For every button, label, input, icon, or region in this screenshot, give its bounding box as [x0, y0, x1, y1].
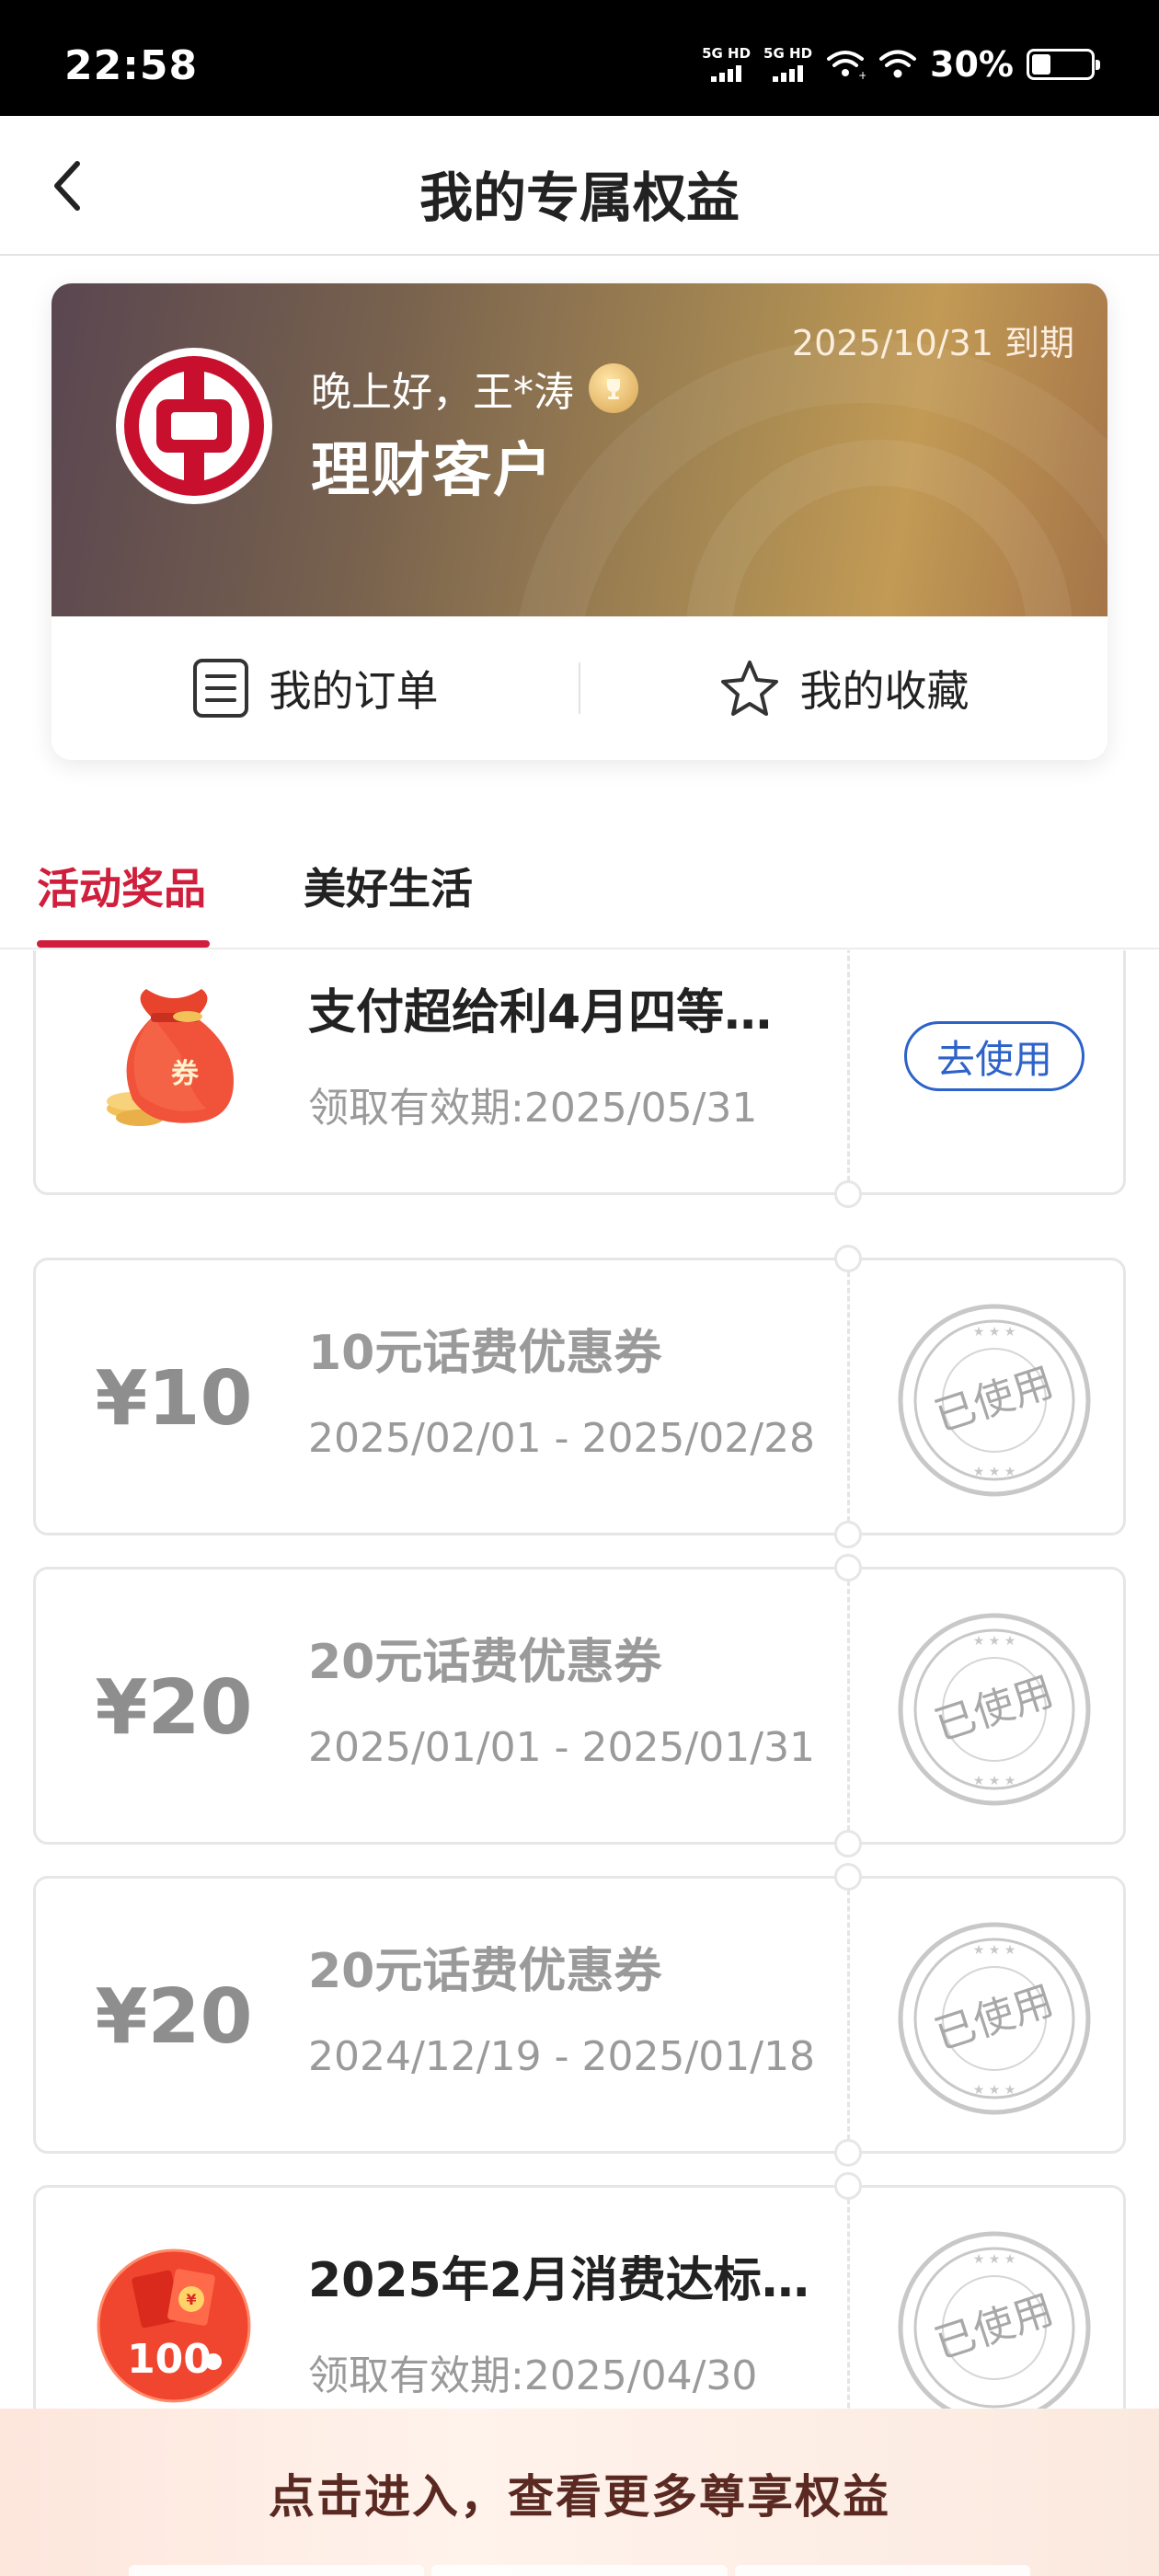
- coupon-date: 2025/01/01 - 2025/01/31: [308, 1724, 816, 1771]
- membership-expiry: 2025/10/31 到期: [791, 323, 1074, 363]
- used-stamp-icon: ★ ★ ★ ★ ★ ★ 已使用: [897, 1612, 1092, 1807]
- coupon-amount: ¥20: [95, 1972, 253, 2061]
- tab-activity-prizes[interactable]: 活动奖品: [37, 856, 210, 948]
- used-stamp-icon: ★ ★ ★ ★ ★ ★ 已使用: [897, 1303, 1092, 1498]
- svg-text:★ ★ ★: ★ ★ ★: [973, 1325, 1016, 1340]
- wifi-icon: [879, 50, 917, 78]
- tab-label: 美好生活: [304, 864, 473, 914]
- status-indicators: 5G HD 5G HD + 30%: [702, 44, 1100, 85]
- coupon-date: 2024/12/19 - 2025/01/18: [308, 2033, 816, 2080]
- coupon-list[interactable]: 券 支付超给利4月四等… 领取有效期:2025/05/31 去使用 ¥10 10…: [0, 950, 1159, 2409]
- svg-text:+: +: [858, 69, 866, 81]
- stamp-label: 已使用: [929, 1359, 1059, 1441]
- coupon-title: 10元话费优惠券: [308, 1326, 662, 1381]
- stamp-label: 已使用: [929, 1977, 1059, 2059]
- battery-icon: [1027, 49, 1100, 80]
- tab-bar: 活动奖品 美好生活: [0, 810, 1159, 949]
- stamp-label: 已使用: [929, 1668, 1059, 1750]
- svg-text:★ ★ ★: ★ ★ ★: [973, 2252, 1016, 2267]
- coupon-amount: ¥20: [95, 1663, 253, 1752]
- more-benefits-text: 点击进入，查看更多尊享权益: [269, 2470, 890, 2524]
- svg-text:¥: ¥: [186, 2291, 196, 2308]
- card-actions: 我的订单 我的收藏: [52, 616, 1107, 760]
- my-orders-button[interactable]: 我的订单: [52, 616, 579, 760]
- coupon-title: 20元话费优惠券: [308, 1635, 662, 1690]
- member-card: 2025/10/31 到期 晚上好，王*涛 理财客户 我的订单 我的收藏: [52, 283, 1107, 760]
- network-label-1: 5G HD: [702, 45, 752, 62]
- red-coupon-bag-icon: 券: [73, 957, 275, 1159]
- my-favorites-label: 我的收藏: [799, 666, 970, 716]
- more-benefits-banner[interactable]: 点击进入，查看更多尊享权益: [0, 2409, 1159, 2576]
- coupon-card[interactable]: ¥10 10元话费优惠券 2025/02/01 - 2025/02/28 ★ ★…: [33, 1245, 1126, 1548]
- coupon-title: 20元话费优惠券: [308, 1944, 662, 1999]
- tab-active-indicator: [37, 940, 210, 948]
- svg-text:★ ★ ★: ★ ★ ★: [973, 1943, 1016, 1958]
- coupon-card[interactable]: ¥ 100 2025年2月消费达标… 领取有效期:2025/04/30 ★ ★ …: [33, 2172, 1126, 2409]
- trophy-icon: [589, 363, 638, 413]
- cellular-signal-icon: 5G HD: [702, 47, 751, 82]
- member-card-banner: 2025/10/31 到期 晚上好，王*涛 理财客户: [52, 283, 1107, 616]
- coupon-card[interactable]: ¥20 20元话费优惠券 2025/01/01 - 2025/01/31 ★ ★…: [33, 1554, 1126, 1857]
- tab-better-life[interactable]: 美好生活: [304, 856, 473, 916]
- tab-label: 活动奖品: [37, 864, 206, 914]
- coupon-date: 领取有效期:2025/04/30: [308, 2352, 758, 2399]
- banner-tab-strip: [129, 2565, 1030, 2576]
- svg-text:★ ★ ★: ★ ★ ★: [973, 1774, 1016, 1788]
- status-time: 22:58: [64, 42, 199, 89]
- use-coupon-button[interactable]: 去使用: [904, 1021, 1084, 1091]
- envelope-value: 100: [127, 2336, 212, 2383]
- used-stamp-icon: ★ ★ ★ 已使用: [897, 2230, 1092, 2409]
- coupon-date: 领取有效期:2025/05/31: [308, 1085, 758, 1132]
- status-bar: 22:58 5G HD 5G HD + 30%: [0, 0, 1159, 116]
- wifi-calling-icon: +: [827, 51, 866, 81]
- app-screen: 22:58 5G HD 5G HD + 30% 我的专属权益 2025/10/3…: [0, 0, 1159, 2576]
- my-favorites-button[interactable]: 我的收藏: [580, 616, 1107, 760]
- my-orders-label: 我的订单: [269, 666, 439, 716]
- stamp-label: 已使用: [929, 2286, 1059, 2368]
- coupon-title: 2025年2月消费达标…: [308, 2253, 809, 2308]
- coupon-date: 2025/02/01 - 2025/02/28: [308, 1415, 816, 1462]
- coupon-card[interactable]: 券 支付超给利4月四等… 领取有效期:2025/05/31 去使用: [33, 950, 1126, 1208]
- battery-percent: 30%: [930, 44, 1014, 85]
- svg-text:★ ★ ★: ★ ★ ★: [973, 1634, 1016, 1649]
- bank-logo: [116, 348, 272, 504]
- bag-label: 券: [171, 1058, 200, 1090]
- page-title: 我的专属权益: [419, 167, 740, 229]
- network-label-2: 5G HD: [763, 45, 813, 62]
- coupon-title: 支付超给利4月四等…: [308, 985, 773, 1041]
- coupon-amount: ¥10: [95, 1354, 253, 1443]
- order-list-icon: [192, 659, 248, 718]
- used-stamp-icon: ★ ★ ★ ★ ★ ★ 已使用: [897, 1921, 1092, 2116]
- greeting-text: 晚上好，王*涛: [311, 369, 574, 416]
- red-envelope-100-icon: ¥ 100: [73, 2225, 275, 2409]
- star-icon: [720, 661, 778, 716]
- svg-text:★ ★ ★: ★ ★ ★: [973, 2083, 1016, 2098]
- greeting-row: 晚上好，王*涛: [311, 359, 638, 418]
- nav-bar: 我的专属权益: [0, 116, 1159, 256]
- customer-tier: 理财客户: [311, 436, 554, 505]
- cellular-signal-icon-2: 5G HD: [763, 47, 812, 82]
- svg-text:★ ★ ★: ★ ★ ★: [973, 1465, 1016, 1479]
- coupon-card[interactable]: ¥20 20元话费优惠券 2024/12/19 - 2025/01/18 ★ ★…: [33, 1863, 1126, 2167]
